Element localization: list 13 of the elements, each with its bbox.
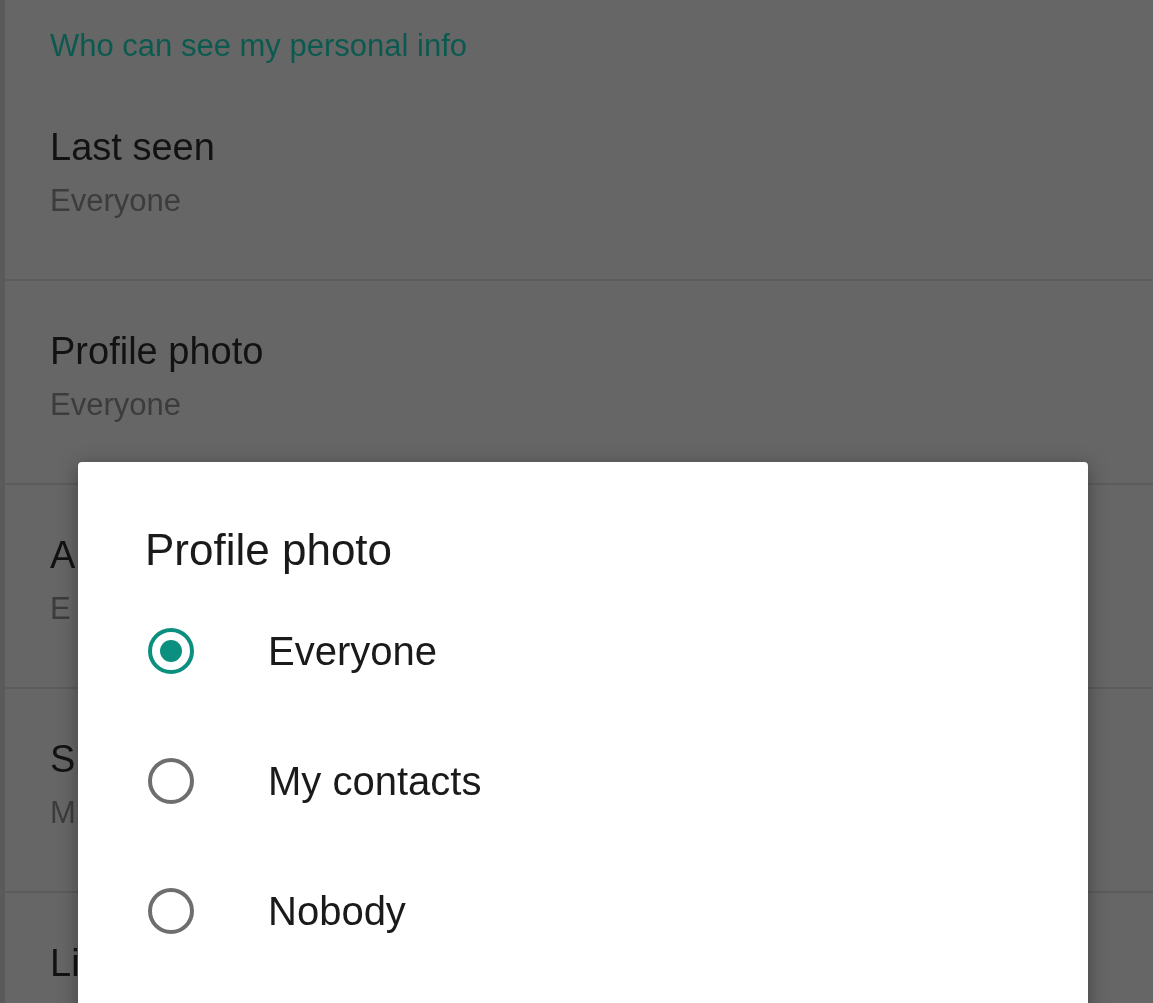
- option-label[interactable]: Everyone: [268, 628, 437, 674]
- setting-title: Li: [50, 941, 80, 985]
- setting-title: S: [50, 737, 76, 781]
- option-label[interactable]: My contacts: [268, 758, 482, 804]
- setting-title: Profile photo: [50, 329, 264, 373]
- radio-button[interactable]: [148, 888, 194, 934]
- radio-button[interactable]: [148, 758, 194, 804]
- option-label[interactable]: Nobody: [268, 888, 406, 934]
- setting-title: A: [50, 533, 76, 577]
- radio-button[interactable]: [148, 628, 194, 674]
- section-header: Who can see my personal info: [49, 27, 468, 65]
- dialog-title: Profile photo: [145, 524, 394, 576]
- setting-title: Last seen: [50, 125, 215, 169]
